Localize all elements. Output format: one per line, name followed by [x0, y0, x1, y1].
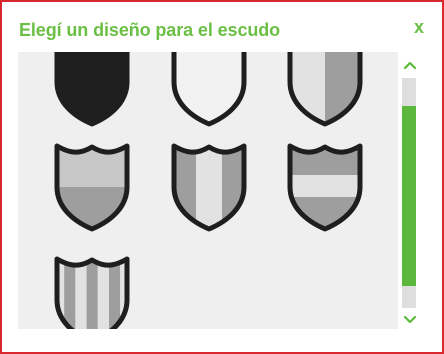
- shield-design-vertical-three-stripes[interactable]: [170, 141, 248, 233]
- shield-design-vertical-halves[interactable]: [286, 52, 364, 128]
- shield-design-solid-black[interactable]: [53, 52, 131, 128]
- shield-icon: [287, 143, 363, 232]
- shield-design-vertical-many-stripes[interactable]: [53, 254, 131, 329]
- shield-icon: [287, 52, 363, 127]
- shield-designs-panel: [18, 52, 398, 329]
- scroll-thumb[interactable]: [402, 106, 416, 286]
- shield-icon: [54, 143, 130, 232]
- shield-icon: [171, 143, 247, 232]
- shield-design-horizontal-halves[interactable]: [53, 141, 131, 233]
- chevron-down-icon[interactable]: [400, 311, 420, 329]
- scroll-track[interactable]: [402, 78, 416, 308]
- vertical-scrollbar[interactable]: [400, 52, 420, 329]
- shield-icon: [54, 52, 130, 127]
- shield-icon: [171, 52, 247, 127]
- chevron-up-icon[interactable]: [400, 56, 420, 74]
- close-button[interactable]: x: [414, 17, 424, 37]
- shield-icon: [54, 256, 130, 329]
- shield-design-plain-white[interactable]: [170, 52, 248, 128]
- dialog-title: Elegí un diseño para el escudo: [19, 20, 281, 40]
- shield-design-horizontal-three-bands[interactable]: [286, 141, 364, 233]
